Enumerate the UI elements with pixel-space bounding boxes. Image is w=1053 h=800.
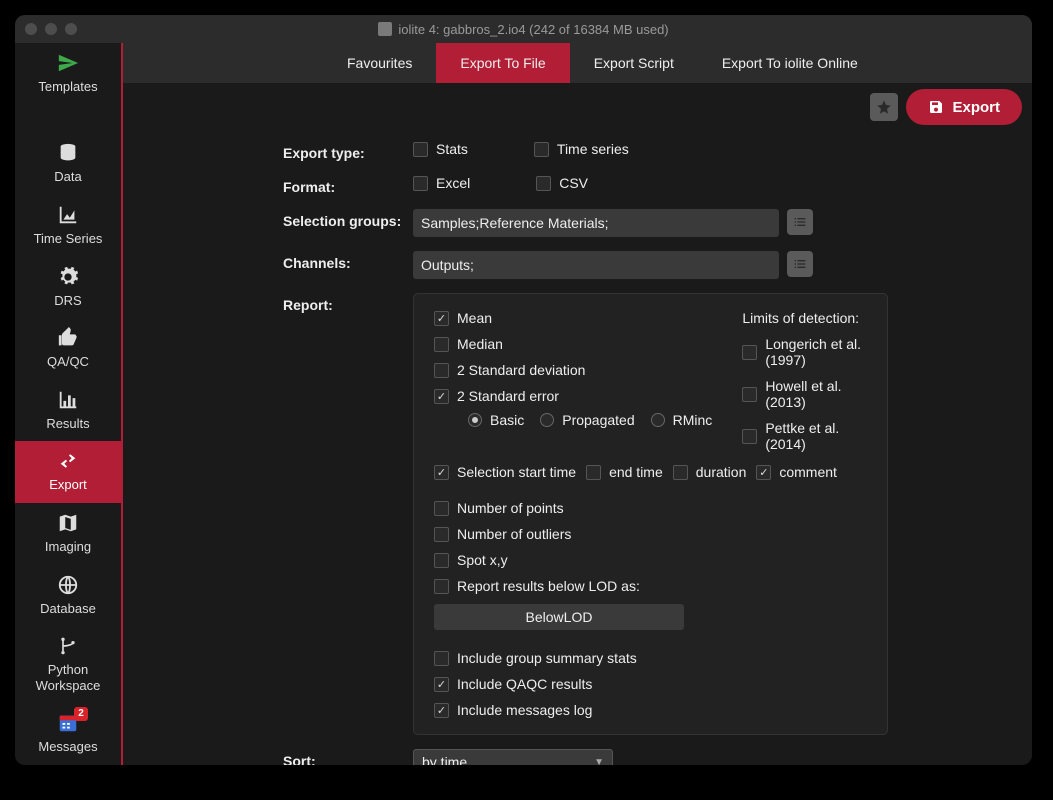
opt-std2[interactable]: 2 Standard deviation	[434, 362, 712, 378]
opt-longerich[interactable]: Longerich et al. (1997)	[742, 336, 867, 368]
row-selection-groups: Selection groups:	[283, 209, 992, 237]
opt-sel-start[interactable]: Selection start time	[434, 464, 576, 480]
sidebar-item-python[interactable]: Python Workspace	[15, 626, 121, 703]
thumbs-up-icon	[56, 326, 80, 350]
branch-icon	[56, 634, 80, 658]
sidebar-item-drs[interactable]: DRS	[15, 257, 121, 319]
chevron-down-icon: ▼	[594, 757, 604, 766]
row-channels: Channels:	[283, 251, 992, 279]
close-icon[interactable]	[25, 23, 37, 35]
exchange-icon	[56, 449, 80, 473]
checkbox-csv[interactable]	[536, 176, 551, 191]
opt-howell[interactable]: Howell et al. (2013)	[742, 378, 867, 410]
minimize-icon[interactable]	[45, 23, 57, 35]
channels-input[interactable]	[413, 251, 779, 279]
paper-plane-icon	[56, 51, 80, 75]
messages-badge: 2	[74, 707, 88, 721]
window-title: iolite 4: gabbros_2.io4 (242 of 16384 MB…	[15, 22, 1032, 37]
actionbar: Export	[123, 83, 1032, 131]
opt-median[interactable]: Median	[434, 336, 712, 352]
opt-end-time[interactable]: end time	[586, 464, 663, 480]
body: Templates Data Time Series DRS	[15, 43, 1032, 765]
row-format: Format: Excel CSV	[283, 175, 992, 195]
opt-noutliers[interactable]: Number of outliers	[434, 526, 867, 542]
opt-spotxy[interactable]: Spot x,y	[434, 552, 867, 568]
main: Favourites Export To File Export Script …	[123, 43, 1032, 765]
opt-se2[interactable]: 2 Standard error	[434, 388, 712, 404]
tab-export-script[interactable]: Export Script	[570, 43, 698, 83]
form: Export type: Stats Time series	[123, 131, 1032, 765]
document-icon	[378, 22, 392, 36]
sidebar-item-imaging[interactable]: Imaging	[15, 503, 121, 565]
map-icon	[56, 511, 80, 535]
list-icon	[792, 214, 808, 230]
sidebar-item-messages[interactable]: 2 Messages	[15, 703, 121, 765]
row-sort: Sort: by time ▼	[283, 749, 992, 765]
opt-comment[interactable]: comment	[756, 464, 837, 480]
checkbox-stats[interactable]	[413, 142, 428, 157]
opt-csv[interactable]: CSV	[536, 175, 588, 191]
window: iolite 4: gabbros_2.io4 (242 of 16384 MB…	[15, 15, 1032, 765]
selection-groups-list-button[interactable]	[787, 209, 813, 235]
save-icon	[928, 99, 944, 115]
tab-export-to-file[interactable]: Export To File	[436, 43, 569, 83]
tabs: Favourites Export To File Export Script …	[123, 43, 1032, 83]
opt-duration[interactable]: duration	[673, 464, 747, 480]
bar-chart-icon	[56, 388, 80, 412]
opt-messages-log[interactable]: Include messages log	[434, 702, 867, 718]
opt-timeseries[interactable]: Time series	[534, 141, 629, 157]
channels-list-button[interactable]	[787, 251, 813, 277]
opt-below-lod[interactable]: Report results below LOD as:	[434, 578, 640, 594]
opt-npoints[interactable]: Number of points	[434, 500, 867, 516]
calendar-icon: 2	[56, 711, 80, 735]
below-lod-input[interactable]	[434, 604, 684, 630]
tab-export-online[interactable]: Export To iolite Online	[698, 43, 882, 83]
database-icon	[56, 141, 80, 165]
radio-propagated[interactable]: Propagated	[540, 412, 634, 428]
star-icon	[876, 99, 892, 115]
opt-excel[interactable]: Excel	[413, 175, 470, 191]
sidebar-item-timeseries[interactable]: Time Series	[15, 195, 121, 257]
opt-qaqc-results[interactable]: Include QAQC results	[434, 676, 867, 692]
checkbox-excel[interactable]	[413, 176, 428, 191]
row-report: Report: Mean Median 2 Standard deviation…	[283, 293, 992, 735]
report-panel: Mean Median 2 Standard deviation 2 Stand…	[413, 293, 888, 735]
radio-rminc[interactable]: RMinc	[651, 412, 713, 428]
chart-area-icon	[56, 203, 80, 227]
sidebar-item-database[interactable]: Database	[15, 565, 121, 627]
opt-mean[interactable]: Mean	[434, 310, 712, 326]
list-icon	[792, 256, 808, 272]
opt-group-summary[interactable]: Include group summary stats	[434, 650, 867, 666]
globe-icon	[56, 573, 80, 597]
radio-basic[interactable]: Basic	[468, 412, 524, 428]
titlebar: iolite 4: gabbros_2.io4 (242 of 16384 MB…	[15, 15, 1032, 43]
opt-pettke[interactable]: Pettke et al. (2014)	[742, 420, 867, 452]
tab-favourites[interactable]: Favourites	[323, 43, 436, 83]
sidebar-item-templates[interactable]: Templates	[15, 43, 121, 105]
opt-stats[interactable]: Stats	[413, 141, 468, 157]
sidebar-item-results[interactable]: Results	[15, 380, 121, 442]
row-export-type: Export type: Stats Time series	[283, 141, 992, 161]
sidebar-item-data[interactable]: Data	[15, 133, 121, 195]
sidebar-item-export[interactable]: Export	[15, 441, 121, 503]
favourite-button[interactable]	[870, 93, 898, 121]
zoom-icon[interactable]	[65, 23, 77, 35]
gear-icon	[56, 265, 80, 289]
export-button[interactable]: Export	[906, 89, 1022, 125]
lod-header: Limits of detection:	[742, 310, 867, 326]
sidebar-item-qaqc[interactable]: QA/QC	[15, 318, 121, 380]
checkbox-timeseries[interactable]	[534, 142, 549, 157]
selection-groups-input[interactable]	[413, 209, 779, 237]
sidebar: Templates Data Time Series DRS	[15, 43, 123, 765]
sort-select[interactable]: by time ▼	[413, 749, 613, 765]
traffic-lights	[25, 23, 77, 35]
